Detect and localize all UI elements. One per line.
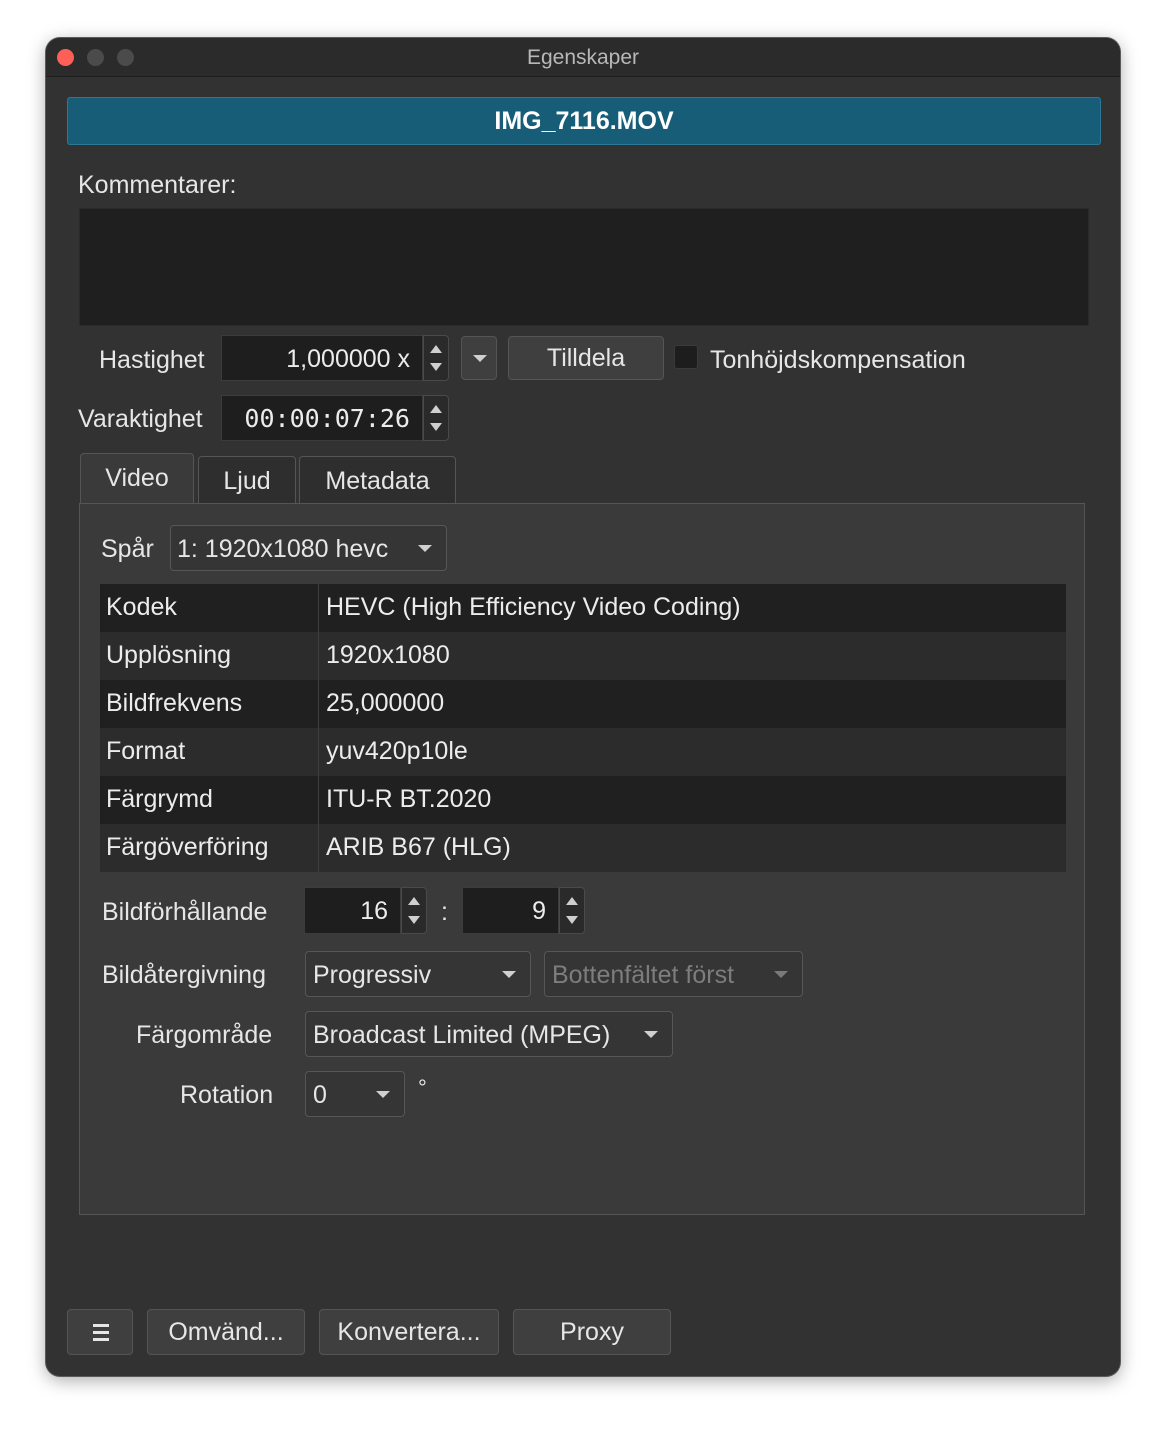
field-order-selected: Bottenfältet först <box>552 961 735 989</box>
arrow-down-icon[interactable] <box>430 423 442 431</box>
stream-properties-table: Kodek HEVC (High Efficiency Video Coding… <box>100 584 1066 872</box>
speed-stepper[interactable] <box>423 335 449 381</box>
aspect-width-value: 16 <box>360 897 388 925</box>
property-value: ARIB B67 (HLG) <box>326 833 511 861</box>
property-key: Kodek <box>106 593 177 621</box>
aspect-ratio-label: Bildförhållande <box>102 898 268 926</box>
aspect-width-stepper[interactable] <box>401 887 427 934</box>
duration-timecode-field[interactable]: 00:00:07:26 <box>221 395 423 441</box>
rotation-label: Rotation <box>180 1081 274 1109</box>
file-name-header: IMG_7116.MOV <box>67 97 1101 145</box>
menu-button[interactable] <box>67 1309 133 1355</box>
comments-textarea[interactable] <box>79 208 1089 326</box>
reverse-button[interactable]: Omvänd... <box>147 1309 305 1355</box>
comments-label: Kommentarer: <box>78 171 237 199</box>
color-range-selected: Broadcast Limited (MPEG) <box>313 1021 611 1049</box>
arrow-up-icon[interactable] <box>430 345 442 353</box>
property-key: Färgöverföring <box>106 833 269 861</box>
property-value: yuv420p10le <box>326 737 468 765</box>
chevron-down-icon <box>644 1031 658 1038</box>
property-value: ITU-R BT.2020 <box>326 785 492 813</box>
scan-mode-dropdown[interactable]: Progressiv <box>305 951 531 997</box>
aspect-height-spinbox[interactable]: 9 <box>462 887 559 934</box>
arrow-down-icon[interactable] <box>430 363 442 371</box>
table-row: Kodek HEVC (High Efficiency Video Coding… <box>100 584 1066 632</box>
pitch-compensation-checkbox[interactable] <box>674 345 698 369</box>
speed-value: 1,000000 x <box>286 345 410 373</box>
property-value: 25,000000 <box>326 689 445 717</box>
track-selected: 1: 1920x1080 hevc <box>177 535 389 563</box>
arrow-up-icon[interactable] <box>430 405 442 413</box>
chevron-down-icon <box>418 545 432 552</box>
aspect-width-spinbox[interactable]: 16 <box>304 887 401 934</box>
track-label: Spår <box>101 535 154 563</box>
property-key: Format <box>106 737 186 765</box>
property-value: HEVC (High Efficiency Video Coding) <box>326 593 741 621</box>
table-row: Upplösning 1920x1080 <box>100 632 1066 680</box>
table-row: Bildfrekvens 25,000000 <box>100 680 1066 728</box>
rotation-selected: 0 <box>313 1081 327 1109</box>
speed-presets-dropdown[interactable] <box>461 336 497 380</box>
aspect-height-value: 9 <box>532 897 546 925</box>
field-order-dropdown[interactable]: Bottenfältet först <box>544 951 803 997</box>
duration-value: 00:00:07:26 <box>244 404 410 433</box>
tab-audio[interactable]: Ljud <box>198 456 296 503</box>
duration-label: Varaktighet <box>78 405 203 433</box>
arrow-up-icon[interactable] <box>408 897 420 905</box>
pitch-compensation-label: Tonhöjdskompensation <box>710 346 966 374</box>
speed-spinbox[interactable]: 1,000000 x <box>221 335 423 381</box>
tab-video[interactable]: Video <box>80 453 194 505</box>
table-row: Färgrymd ITU-R BT.2020 <box>100 776 1066 824</box>
title-bar: Egenskaper <box>46 38 1120 77</box>
tab-metadata[interactable]: Metadata <box>299 456 456 503</box>
scan-mode-selected: Progressiv <box>313 961 432 989</box>
property-key: Färgrymd <box>106 785 213 813</box>
chevron-down-icon <box>473 355 487 362</box>
track-dropdown[interactable]: 1: 1920x1080 hevc <box>170 525 447 571</box>
chevron-down-icon <box>502 971 516 978</box>
arrow-down-icon[interactable] <box>408 916 420 924</box>
rotation-unit: ° <box>418 1075 427 1100</box>
property-key: Bildfrekvens <box>106 689 243 717</box>
convert-button[interactable]: Konvertera... <box>319 1309 499 1355</box>
chevron-down-icon <box>774 971 788 978</box>
properties-window: Egenskaper IMG_7116.MOV Kommentarer: Has… <box>46 38 1120 1376</box>
aspect-height-stepper[interactable] <box>559 887 585 934</box>
rotation-dropdown[interactable]: 0 <box>305 1071 405 1117</box>
aspect-separator: : <box>441 898 448 926</box>
table-row: Format yuv420p10le <box>100 728 1066 776</box>
arrow-down-icon[interactable] <box>566 916 578 924</box>
property-value: 1920x1080 <box>326 641 450 669</box>
arrow-up-icon[interactable] <box>566 897 578 905</box>
apply-speed-button[interactable]: Tilldela <box>508 336 664 380</box>
window-title: Egenskaper <box>526 46 640 69</box>
color-range-label: Färgområde <box>136 1021 273 1049</box>
proxy-button[interactable]: Proxy <box>513 1309 671 1355</box>
speed-label: Hastighet <box>99 346 205 374</box>
duration-stepper[interactable] <box>423 395 449 441</box>
property-key: Upplösning <box>106 641 232 669</box>
scan-mode-label: Bildåtergivning <box>102 961 266 989</box>
color-range-dropdown[interactable]: Broadcast Limited (MPEG) <box>305 1011 673 1057</box>
chevron-down-icon <box>376 1091 390 1098</box>
table-row: Färgöverföring ARIB B67 (HLG) <box>100 824 1066 872</box>
